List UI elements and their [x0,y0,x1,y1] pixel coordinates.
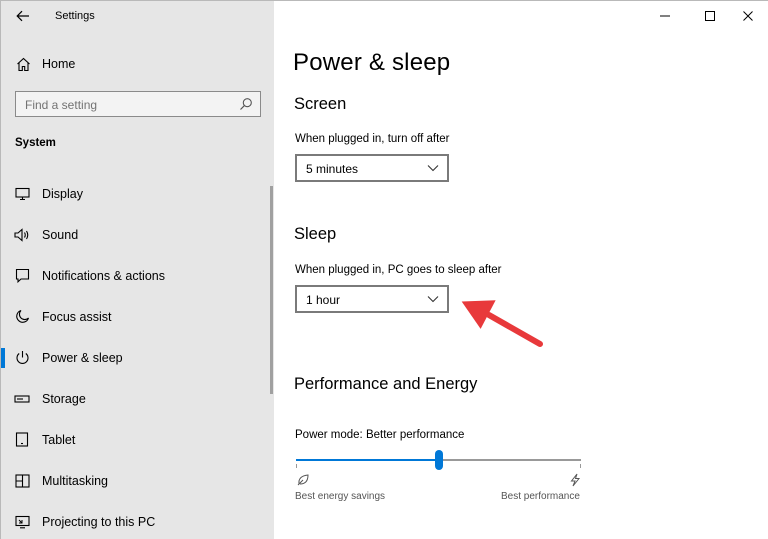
close-icon [743,11,753,21]
sidebar-item-notifications[interactable]: Notifications & actions [1,255,274,296]
lightning-icon [570,473,581,487]
multitasking-icon [14,473,30,489]
sleep-heading: Sleep [294,225,337,243]
sidebar-item-storage[interactable]: Storage [1,378,274,419]
sidebar-item-label: Storage [42,391,86,406]
section-label: System [15,137,56,149]
sidebar-item-sound[interactable]: Sound [1,214,274,255]
sidebar-item-label: Power & sleep [42,350,123,365]
screen-timeout-label: When plugged in, turn off after [295,133,450,145]
slider-tick [580,464,581,468]
moon-icon [14,309,30,325]
storage-icon [14,391,30,407]
tablet-icon [14,432,30,448]
monitor-icon [14,186,30,202]
screen-heading: Screen [294,95,347,113]
sidebar-item-display[interactable]: Display [1,173,274,214]
title-bar: Settings [1,1,274,31]
slider-min-label: Best energy savings [295,491,386,502]
sidebar-scrollbar[interactable] [270,186,273,394]
chevron-down-icon [427,296,439,303]
page-title: Power & sleep [293,49,451,76]
minimize-icon [660,15,670,17]
settings-window: Settings Home Find a setting System Disp… [0,0,768,539]
power-icon [14,350,30,366]
sidebar-item-label: Display [42,186,83,201]
slider-tick [296,464,297,468]
projector-icon [14,514,30,530]
sidebar-item-multitasking[interactable]: Multitasking [1,460,274,501]
sidebar-item-label: Focus assist [42,309,112,324]
sidebar-item-label: Notifications & actions [42,268,165,283]
sidebar-nav: Display Sound Notifications & actions Fo… [1,173,274,539]
back-arrow-icon [16,10,29,22]
sidebar-item-home[interactable]: Home [1,51,274,77]
slider-fill [296,459,439,461]
annotation-arrow-icon [461,300,543,347]
sleep-timeout-dropdown[interactable]: 1 hour [295,285,449,313]
dropdown-value: 1 hour [306,293,341,307]
sidebar-item-label: Sound [42,227,79,242]
power-mode-label: Power mode: Better performance [295,429,465,441]
speaker-icon [14,227,30,243]
sidebar-item-label: Tablet [42,432,76,447]
sidebar-item-label: Projecting to this PC [42,514,156,529]
search-input[interactable]: Find a setting [15,91,261,117]
sidebar-item-projecting[interactable]: Projecting to this PC [1,501,274,539]
maximize-icon [705,11,715,21]
sidebar-item-focus-assist[interactable]: Focus assist [1,296,274,337]
notification-icon [14,268,30,284]
performance-heading: Performance and Energy [294,375,478,393]
app-title: Settings [55,10,95,22]
dropdown-value: 5 minutes [306,162,359,176]
back-button[interactable] [11,6,35,26]
sidebar: Settings Home Find a setting System Disp… [1,1,274,539]
screen-timeout-dropdown[interactable]: 5 minutes [295,154,449,182]
sidebar-item-power-sleep[interactable]: Power & sleep [1,337,274,378]
sidebar-item-tablet[interactable]: Tablet [1,419,274,460]
main-content: Power & sleep Screen When plugged in, tu… [274,1,768,539]
home-label: Home [42,57,76,71]
power-mode-slider-thumb[interactable] [434,450,443,470]
home-icon [15,56,31,72]
search-placeholder: Find a setting [25,98,98,112]
maximize-button[interactable] [692,6,728,26]
minimize-button[interactable] [647,6,683,26]
sleep-timeout-label: When plugged in, PC goes to sleep after [295,264,502,276]
slider-max-label: Best performance [501,491,580,502]
chevron-down-icon [427,165,439,172]
selection-indicator [1,348,5,368]
search-icon [240,98,252,110]
close-button[interactable] [730,6,766,26]
sidebar-item-label: Multitasking [42,473,108,488]
leaf-icon [297,474,309,486]
